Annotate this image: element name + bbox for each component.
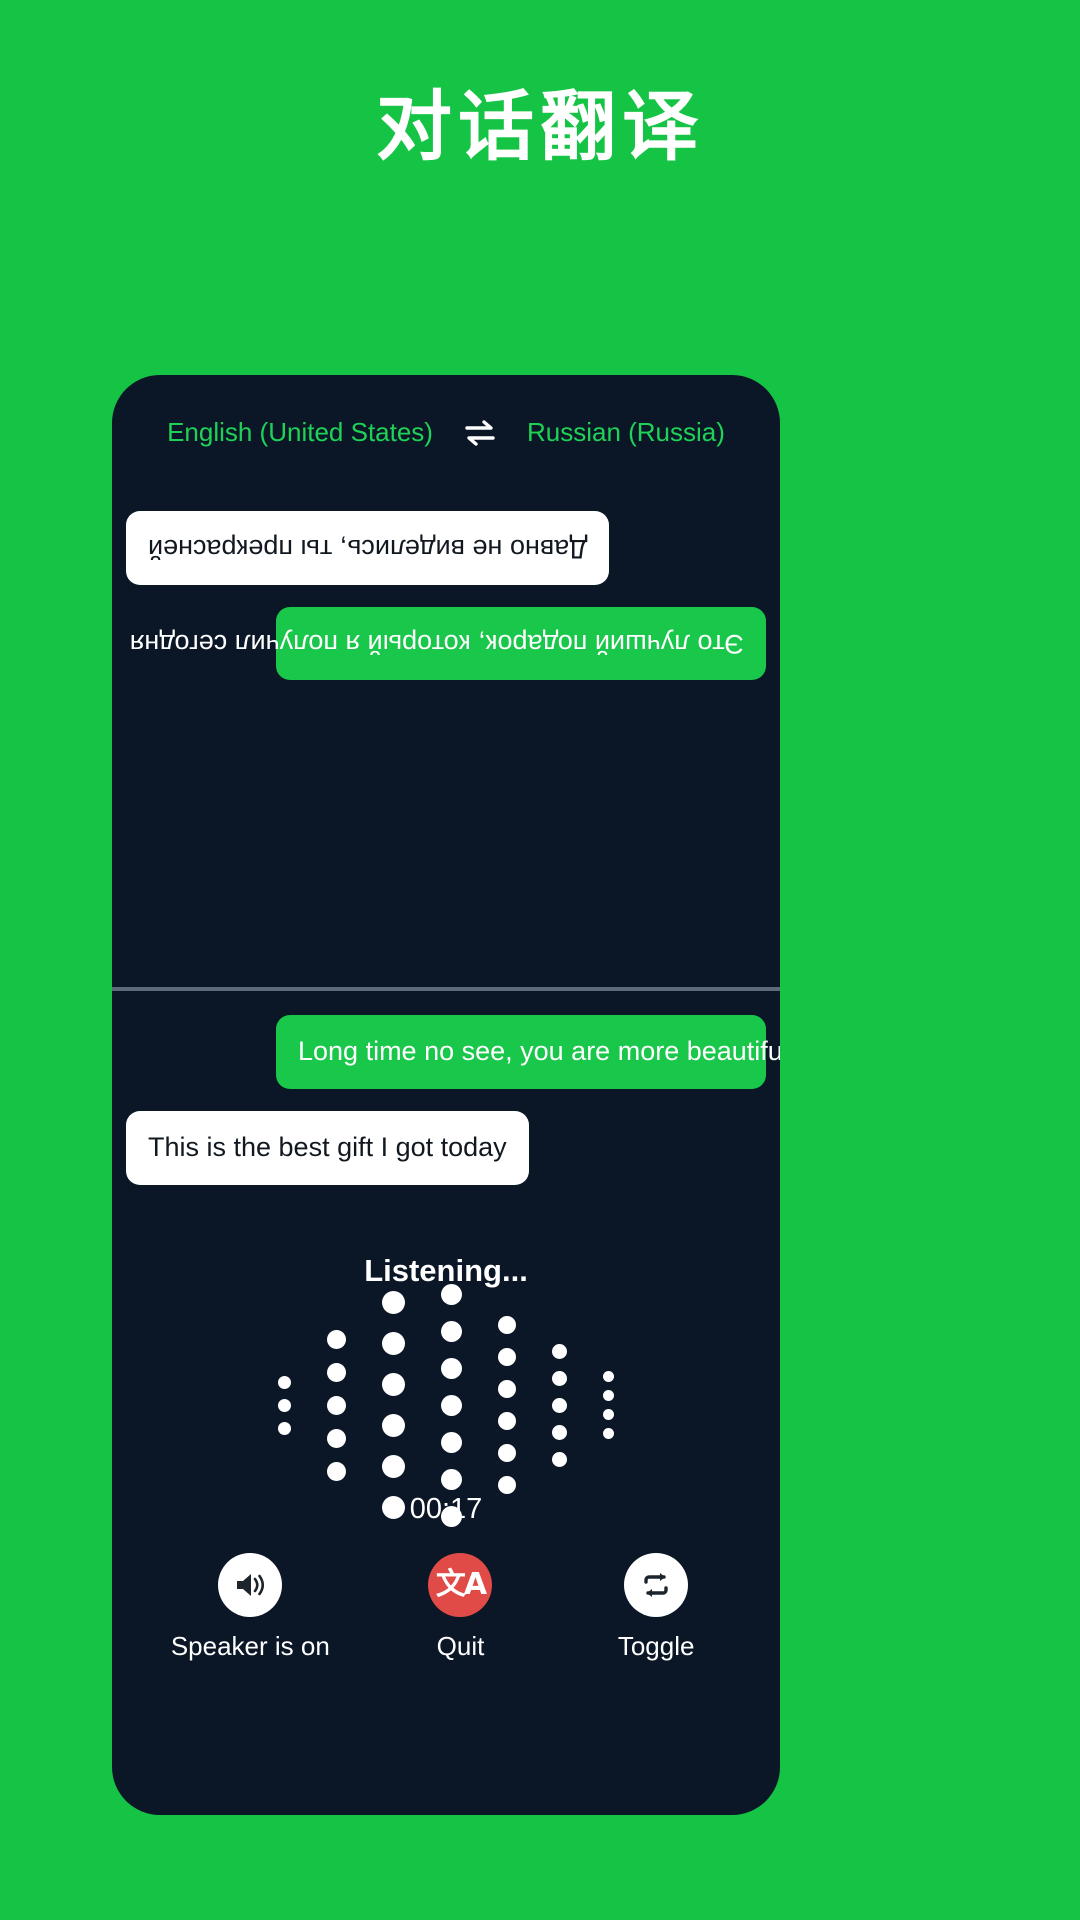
repeat-swap-icon — [624, 1553, 689, 1617]
waveform-dot — [382, 1373, 405, 1396]
waveform-dot — [382, 1455, 405, 1478]
waveform-dot — [498, 1476, 516, 1494]
message-row: Давно не виделись, ты прекрасней — [126, 511, 766, 585]
waveform-dot — [552, 1451, 567, 1467]
waveform-dot — [327, 1395, 346, 1415]
waveform-dot — [552, 1343, 567, 1359]
control-bar: Speaker is on 文A Quit Toggle — [112, 1553, 780, 1662]
page-title: 对话翻译 — [376, 85, 704, 170]
language-bar: English (United States) Russian (Russia) — [112, 417, 780, 448]
waveform-dot — [278, 1375, 291, 1389]
waveform-dot — [327, 1461, 346, 1481]
waveform-dot — [441, 1468, 462, 1490]
waveform-dot — [278, 1421, 291, 1435]
message-bubble[interactable]: Long time no see, you are more beautiful — [276, 1015, 780, 1089]
waveform-column — [552, 1338, 567, 1473]
audio-waveform — [112, 1283, 780, 1527]
quit-button[interactable]: 文A Quit — [395, 1553, 525, 1662]
waveform-dot — [603, 1409, 614, 1420]
waveform-dot — [441, 1283, 462, 1305]
toggle-button-label: Toggle — [617, 1631, 695, 1661]
quit-button-label: Quit — [436, 1631, 485, 1661]
waveform-dot — [441, 1431, 462, 1453]
waveform-dot — [382, 1414, 405, 1437]
recording-timer: 00:17 — [409, 1493, 483, 1525]
waveform-dot — [382, 1332, 405, 1355]
waveform-dot — [498, 1316, 516, 1334]
message-row: Это лучший подарок, который я получил се… — [126, 606, 766, 681]
waveform-dot — [441, 1320, 462, 1342]
waveform-dot — [498, 1348, 516, 1366]
message-bubble[interactable]: Давно не виделись, ты прекрасней — [126, 511, 610, 585]
waveform-dot — [441, 1394, 462, 1416]
waveform-dot — [552, 1370, 567, 1386]
speaker-button-label: Speaker is on — [170, 1631, 330, 1661]
phone-frame: English (United States) Russian (Russia)… — [112, 375, 780, 1815]
waveform-dot — [441, 1357, 462, 1379]
source-language-selector[interactable]: English (United States) — [167, 417, 433, 448]
conversation-panel-bottom: Long time no see, you are more beautiful… — [112, 991, 780, 1207]
waveform-dot — [552, 1397, 567, 1413]
waveform-column — [603, 1367, 614, 1443]
waveform-dot — [278, 1398, 291, 1412]
message-row: Long time no see, you are more beautiful — [126, 1015, 780, 1089]
waveform-dot — [498, 1444, 516, 1462]
speaker-button[interactable]: Speaker is on — [171, 1553, 330, 1662]
target-language-selector[interactable]: Russian (Russia) — [527, 417, 725, 448]
message-row: This is the best gift I got today — [126, 1110, 766, 1185]
waveform-column — [327, 1323, 346, 1488]
waveform-column — [278, 1371, 291, 1440]
swap-horizontal-icon[interactable] — [463, 419, 497, 446]
translate-glyph: 文A — [435, 1567, 487, 1602]
translate-icon: 文A — [428, 1553, 493, 1617]
message-bubble[interactable]: This is the best gift I got today — [126, 1110, 529, 1185]
waveform-dot — [498, 1380, 516, 1398]
conversation-panel-top: Это лучший подарок, который я получил се… — [112, 471, 780, 987]
waveform-dot — [603, 1371, 614, 1382]
waveform-dot — [382, 1291, 405, 1314]
toggle-button[interactable]: Toggle — [591, 1553, 721, 1662]
waveform-dot — [603, 1390, 614, 1401]
waveform-column — [382, 1282, 405, 1528]
waveform-dot — [603, 1428, 614, 1439]
waveform-dot — [498, 1412, 516, 1430]
waveform-dot — [552, 1424, 567, 1440]
message-bubble[interactable]: Это лучший подарок, который я получил се… — [130, 606, 766, 681]
waveform-dot — [327, 1329, 346, 1349]
waveform-dot — [327, 1362, 346, 1382]
waveform-column — [498, 1309, 516, 1501]
speaker-on-icon — [218, 1553, 283, 1617]
waveform-dot — [327, 1428, 346, 1448]
